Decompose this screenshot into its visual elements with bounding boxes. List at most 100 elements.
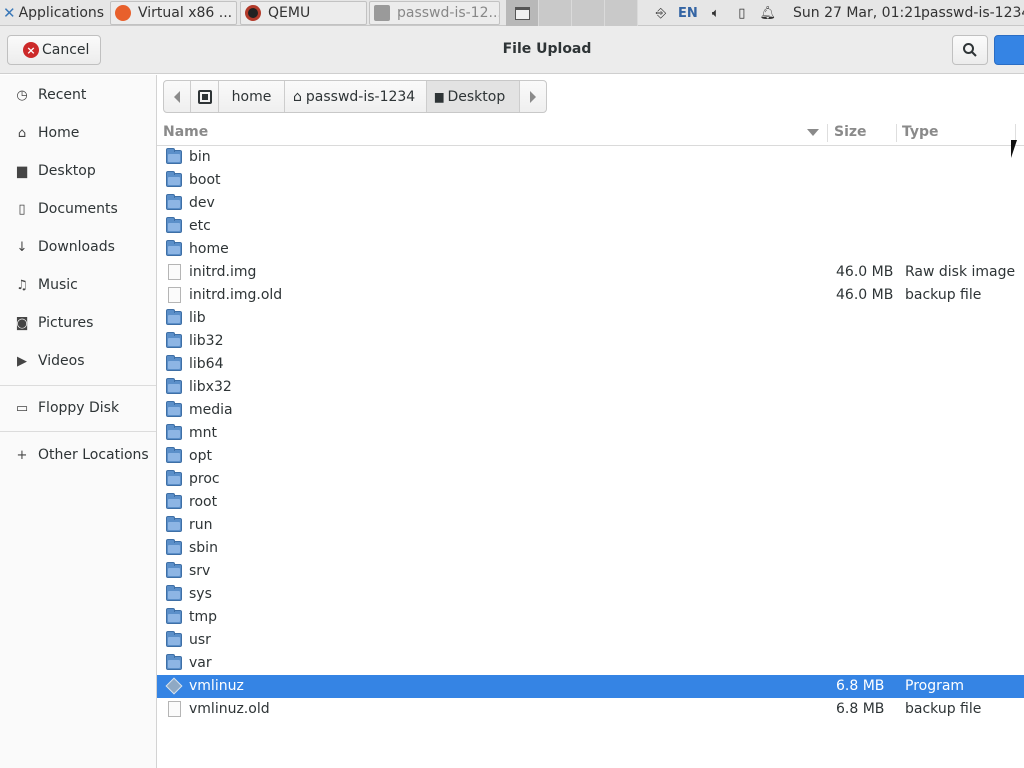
file-name: libx32 xyxy=(189,379,232,395)
sidebar-item-music[interactable]: ♫ Music xyxy=(0,267,156,303)
sort-descending-icon[interactable] xyxy=(807,129,819,137)
column-header-type[interactable]: Type xyxy=(902,120,939,146)
clock-icon: ◷ xyxy=(16,87,28,103)
task-file-upload[interactable]: passwd-is-12... xyxy=(369,1,500,25)
search-button[interactable] xyxy=(952,35,988,65)
notification-bell-icon[interactable]: 🔔︎ xyxy=(759,5,777,21)
file-row[interactable]: sbin xyxy=(157,537,1024,560)
file-row[interactable]: media xyxy=(157,399,1024,422)
home-icon: ⌂ xyxy=(17,125,27,141)
file-name: lib32 xyxy=(189,333,224,349)
workspace-1[interactable] xyxy=(506,0,539,26)
file-size: 46.0 MB xyxy=(836,264,894,280)
file-row[interactable]: srv xyxy=(157,560,1024,583)
path-segment-home[interactable]: home xyxy=(219,81,285,112)
file-row[interactable]: mnt xyxy=(157,422,1024,445)
open-button[interactable] xyxy=(994,35,1024,65)
task-label: passwd-is-12... xyxy=(397,5,500,21)
sidebar-item-home[interactable]: ⌂ Home xyxy=(0,115,156,151)
file-row[interactable]: lib xyxy=(157,307,1024,330)
file-row[interactable]: libx32 xyxy=(157,376,1024,399)
sidebar-item-pictures[interactable]: ◙ Pictures xyxy=(0,305,156,341)
file-name: opt xyxy=(189,448,212,464)
file-name: dev xyxy=(189,195,215,211)
file-name: sys xyxy=(189,586,212,602)
workspace-4[interactable] xyxy=(605,0,638,26)
file-row[interactable]: etc xyxy=(157,215,1024,238)
task-firefox[interactable]: Virtual x86 ... xyxy=(110,1,237,25)
column-header-name[interactable]: Name xyxy=(163,120,208,146)
file-row[interactable]: boot xyxy=(157,169,1024,192)
volume-icon[interactable]: 🔈︎ xyxy=(707,5,725,21)
file-row[interactable]: proc xyxy=(157,468,1024,491)
network-icon[interactable]: ⎆ xyxy=(652,5,670,21)
sidebar-item-label: Home xyxy=(38,125,80,141)
file-size: 6.8 MB xyxy=(836,701,885,717)
file-name: bin xyxy=(189,149,211,165)
file-size: 46.0 MB xyxy=(836,287,894,303)
file-name: var xyxy=(189,655,212,671)
path-segment-label: passwd-is-1234 xyxy=(305,88,416,105)
battery-icon[interactable]: ▯ xyxy=(733,5,751,21)
search-icon xyxy=(963,43,977,57)
dialog-headerbar: × Cancel File Upload xyxy=(0,26,1024,74)
file-row[interactable]: sys xyxy=(157,583,1024,606)
file-name: lib xyxy=(189,310,206,326)
path-segment-desktop[interactable]: ▆ Desktop xyxy=(427,81,520,112)
folder-icon xyxy=(166,493,182,509)
file-row[interactable]: initrd.img 46.0 MB Raw disk image xyxy=(157,261,1024,284)
file-row[interactable]: opt xyxy=(157,445,1024,468)
keyboard-layout[interactable]: EN xyxy=(678,6,698,21)
path-segment-user-home[interactable]: ⌂ passwd-is-1234 xyxy=(285,81,427,112)
column-header-size[interactable]: Size xyxy=(834,120,867,146)
sidebar-item-other-locations[interactable]: + Other Locations xyxy=(0,437,156,473)
file-name: boot xyxy=(189,172,221,188)
clock[interactable]: Sun 27 Mar, 01:21 xyxy=(793,0,922,26)
path-root-button[interactable] xyxy=(191,81,219,112)
path-forward-button[interactable] xyxy=(520,81,546,112)
file-row[interactable]: root xyxy=(157,491,1024,514)
file-row[interactable]: home xyxy=(157,238,1024,261)
sidebar-item-label: Videos xyxy=(38,353,85,369)
file-row[interactable]: lib64 xyxy=(157,353,1024,376)
file-row[interactable]: run xyxy=(157,514,1024,537)
file-row[interactable]: bin xyxy=(157,146,1024,169)
folder-icon: ▆ xyxy=(435,90,444,103)
file-row[interactable]: usr xyxy=(157,629,1024,652)
applications-menu[interactable]: ✕ Applications xyxy=(0,1,108,25)
taskbar: ✕ Applications Virtual x86 ... QEMU pass… xyxy=(0,0,1024,26)
file-row[interactable]: dev xyxy=(157,192,1024,215)
folder-icon xyxy=(166,378,182,394)
file-row[interactable]: initrd.img.old 46.0 MB backup file xyxy=(157,284,1024,307)
sidebar-item-label: Other Locations xyxy=(38,447,149,463)
file-name: run xyxy=(189,517,213,533)
sidebar-item-downloads[interactable]: ↓ Downloads xyxy=(0,229,156,265)
folder-icon: ▆ xyxy=(17,163,27,179)
file-row[interactable]: lib32 xyxy=(157,330,1024,353)
file-row[interactable]: tmp xyxy=(157,606,1024,629)
file-name: initrd.img.old xyxy=(189,287,283,303)
sidebar-item-desktop[interactable]: ▆ Desktop xyxy=(0,153,156,189)
workspace-2[interactable] xyxy=(539,0,572,26)
sidebar-item-documents[interactable]: ▯ Documents xyxy=(0,191,156,227)
file-name: home xyxy=(189,241,229,257)
download-icon: ↓ xyxy=(16,239,28,255)
qemu-icon xyxy=(245,5,261,21)
sidebar-item-floppy-disk[interactable]: ▭ Floppy Disk xyxy=(0,390,156,426)
workspace-3[interactable] xyxy=(572,0,605,26)
file-row[interactable]: vmlinuz.old 6.8 MB backup file xyxy=(157,698,1024,721)
file-name: sbin xyxy=(189,540,218,556)
system-tray: ⎆ EN 🔈︎ ▯ 🔔︎ xyxy=(652,0,785,26)
folder-icon xyxy=(166,470,182,486)
path-back-button[interactable] xyxy=(164,81,191,112)
dialog-title: File Upload xyxy=(502,41,592,57)
session-user[interactable]: passwd-is-1234 xyxy=(921,0,1024,26)
task-qemu[interactable]: QEMU xyxy=(240,1,367,25)
folder-icon xyxy=(166,585,182,601)
file-row[interactable]: var xyxy=(157,652,1024,675)
sidebar-item-recent[interactable]: ◷ Recent xyxy=(0,77,156,113)
sidebar-item-videos[interactable]: ▶ Videos xyxy=(0,343,156,379)
file-row[interactable]: vmlinuz 6.8 MB Program xyxy=(157,675,1024,698)
file-list-header: Name Size Type xyxy=(157,120,1024,146)
executable-icon xyxy=(165,677,183,695)
